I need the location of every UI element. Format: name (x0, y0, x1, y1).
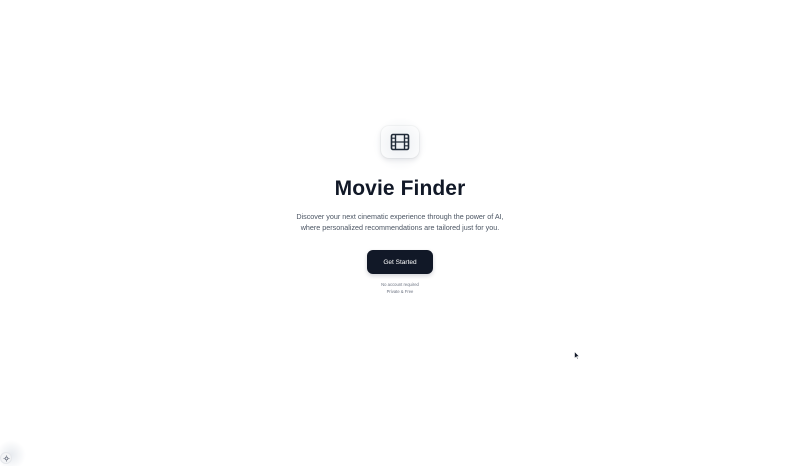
app-logo (371, 118, 429, 170)
tagline-line-1: Discover your next cinematic experience … (296, 212, 504, 221)
note-private-free: Private & Free (386, 289, 414, 294)
hero-section: Movie Finder Discover your next cinemati… (0, 118, 800, 295)
note-no-account: No account required (381, 282, 419, 287)
tagline: Discover your next cinematic experience … (296, 211, 503, 233)
settings-widget[interactable] (0, 452, 12, 464)
tagline-line-2: where personalized recommendations are t… (300, 223, 500, 232)
feature-notes: No account required Private & Free (381, 281, 419, 295)
mouse-cursor-icon (574, 351, 580, 360)
page-title: Movie Finder (334, 177, 466, 200)
get-started-button[interactable]: Get Started (367, 250, 433, 274)
page: Movie Finder Discover your next cinemati… (0, 0, 800, 466)
settings-icon (3, 455, 9, 461)
film-icon (390, 133, 410, 151)
